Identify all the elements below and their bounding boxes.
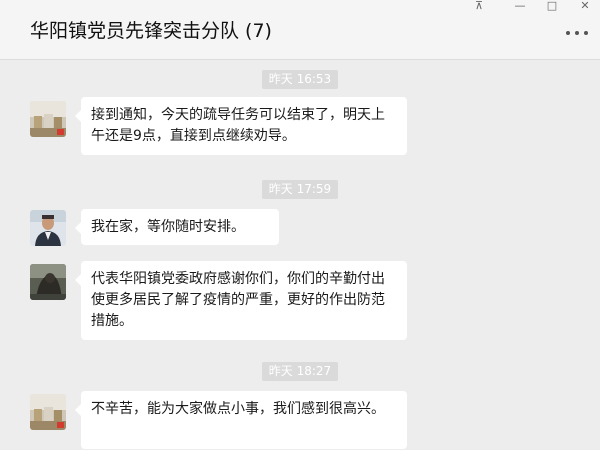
timestamp-label: 昨天 18:27 [261, 362, 339, 381]
timestamp-label: 昨天 17:59 [261, 180, 339, 199]
more-dot-icon [584, 31, 588, 35]
more-options-button[interactable] [566, 26, 592, 40]
minimize-icon[interactable]: — [507, 0, 533, 12]
message-text: 接到通知，今天的疏导任务可以结束了，明天上午还是9点，直接到点继续劝导。 [91, 107, 385, 144]
timestamp: 昨天 17:59 [0, 178, 600, 199]
avatar-room[interactable] [30, 101, 66, 137]
timestamp: 昨天 16:53 [0, 68, 600, 89]
timestamp: 昨天 18:27 [0, 360, 600, 381]
message-bubble[interactable]: 我在家，等你随时安排。 [75, 209, 279, 245]
message-text: 我在家，等你随时安排。 [91, 219, 245, 235]
message-text: 代表华阳镇党委政府感谢你们，你们的辛勤付出使更多居民了解了疫情的严重，更好的作出… [91, 271, 385, 329]
avatar-dark[interactable] [30, 264, 66, 300]
pin-icon[interactable]: ⊼ [466, 0, 492, 12]
timestamp-label: 昨天 16:53 [261, 70, 339, 89]
avatar-man[interactable] [30, 210, 66, 246]
more-dot-icon [566, 31, 570, 35]
chat-title: 华阳镇党员先锋突击分队 (7) [30, 20, 272, 42]
message-text: 不辛苦，能为大家做点小事，我们感到很高兴。 [91, 401, 385, 417]
message-bubble[interactable]: 不辛苦，能为大家做点小事，我们感到很高兴。 [75, 391, 407, 449]
message-bubble[interactable]: 接到通知，今天的疏导任务可以结束了，明天上午还是9点，直接到点继续劝导。 [75, 97, 407, 155]
close-icon[interactable]: ✕ [572, 0, 598, 12]
avatar-dark-icon [30, 264, 66, 300]
avatar-room-icon [30, 101, 66, 137]
avatar-man-icon [30, 210, 66, 246]
maximize-icon[interactable]: □ [539, 0, 565, 12]
chat-header: 华阳镇党员先锋突击分队 (7) ⊼ — □ ✕ [0, 0, 600, 60]
avatar-room[interactable] [30, 394, 66, 430]
avatar-room-icon [30, 394, 66, 430]
message-list[interactable]: 昨天 16:53 接到通知，今天的疏导任务可以结束了，明天上午还是9点，直接到点… [0, 60, 600, 450]
more-dot-icon [575, 31, 579, 35]
message-bubble[interactable]: 代表华阳镇党委政府感谢你们，你们的辛勤付出使更多居民了解了疫情的严重，更好的作出… [75, 261, 407, 340]
